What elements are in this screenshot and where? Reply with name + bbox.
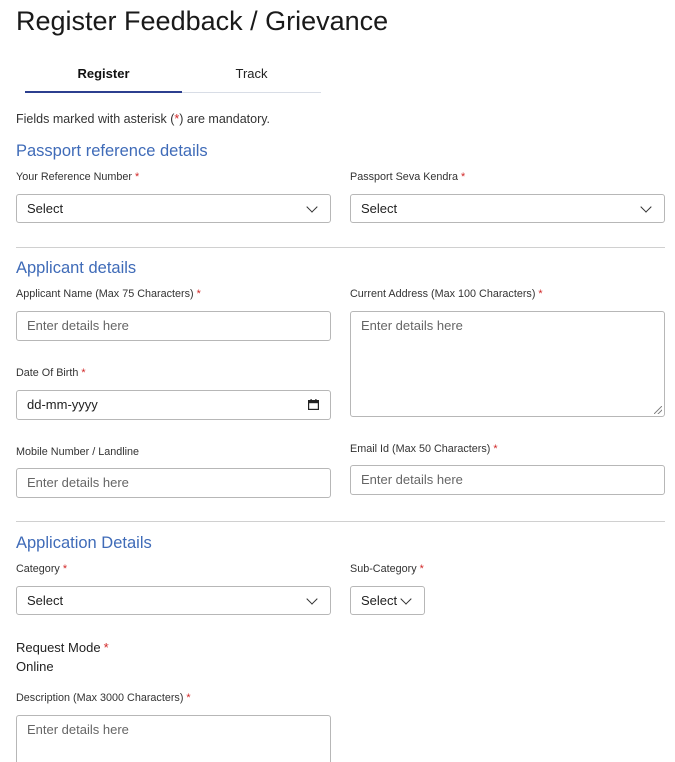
- request-mode-label: Request Mode *: [16, 640, 109, 655]
- mobile-number-label: Mobile Number / Landline: [16, 446, 139, 458]
- date-of-birth-placeholder: dd-mm-yyyy: [27, 397, 98, 412]
- required-mark: *: [419, 563, 424, 575]
- applicant-name-label-text: Applicant Name (Max 75 Characters): [16, 288, 194, 300]
- mobile-number-label-text: Mobile Number / Landline: [16, 446, 140, 458]
- reference-number-select[interactable]: Select: [16, 194, 331, 223]
- passport-seva-kendra-select[interactable]: Select: [350, 194, 665, 223]
- tab-bar: Register Track: [25, 60, 321, 93]
- applicant-name-label: Applicant Name (Max 75 Characters) *: [16, 288, 201, 300]
- applicant-name-input[interactable]: Enter details here: [16, 311, 331, 341]
- date-of-birth-input[interactable]: dd-mm-yyyy: [16, 390, 331, 420]
- resize-grip-icon[interactable]: [654, 406, 662, 414]
- sub-category-select[interactable]: Select: [350, 586, 425, 615]
- required-mark: *: [186, 692, 191, 704]
- tab-register[interactable]: Register: [25, 60, 182, 93]
- passport-seva-kendra-label: Passport Seva Kendra *: [350, 171, 465, 183]
- required-mark: *: [538, 288, 543, 300]
- required-mark: *: [196, 288, 201, 300]
- required-mark: *: [135, 171, 140, 183]
- reference-number-select-value: Select: [27, 201, 64, 216]
- mandatory-note: Fields marked with asterisk (*) are mand…: [16, 112, 270, 126]
- description-placeholder: Enter details here: [27, 722, 129, 737]
- email-id-input[interactable]: Enter details here: [350, 465, 665, 495]
- chevron-down-icon: [306, 593, 318, 605]
- date-of-birth-label-text: Date Of Birth: [16, 367, 79, 379]
- date-of-birth-label: Date Of Birth *: [16, 367, 86, 379]
- email-id-label: Email Id (Max 50 Characters) *: [350, 443, 498, 455]
- required-mark: *: [103, 640, 109, 655]
- description-textarea[interactable]: Enter details here: [16, 715, 331, 762]
- required-mark: *: [62, 563, 68, 575]
- description-label: Description (Max 3000 Characters) *: [16, 692, 191, 704]
- category-select-value: Select: [27, 593, 64, 608]
- request-mode-label-text: Request Mode: [16, 640, 101, 655]
- section-divider: [16, 521, 665, 522]
- sub-category-label: Sub-Category *: [350, 563, 424, 575]
- required-mark: *: [81, 367, 86, 379]
- sub-category-select-value: Select: [361, 593, 398, 608]
- current-address-label: Current Address (Max 100 Characters) *: [350, 288, 543, 300]
- sub-category-label-text: Sub-Category: [350, 563, 417, 575]
- category-label-text: Category: [16, 563, 60, 575]
- category-select[interactable]: Select: [16, 586, 331, 615]
- required-mark: *: [493, 443, 498, 455]
- required-mark: *: [461, 171, 466, 183]
- mandatory-note-prefix: Fields marked with asterisk (: [16, 112, 175, 126]
- category-label: Category *: [16, 563, 67, 575]
- current-address-textarea[interactable]: Enter details here: [350, 311, 665, 417]
- passport-seva-kendra-select-value: Select: [361, 201, 398, 216]
- section-title-application: Application Details: [16, 534, 152, 552]
- grievance-form-page: Register Feedback / Grievance Register T…: [0, 0, 675, 762]
- description-label-text: Description (Max 3000 Characters): [16, 692, 184, 704]
- current-address-label-text: Current Address (Max 100 Characters): [350, 288, 536, 300]
- section-divider: [16, 247, 665, 248]
- request-mode-value: Online: [16, 659, 54, 674]
- section-title-applicant: Applicant details: [16, 259, 137, 277]
- chevron-down-icon: [640, 201, 652, 213]
- chevron-down-icon: [306, 201, 318, 213]
- current-address-placeholder: Enter details here: [361, 318, 463, 333]
- reference-number-label: Your Reference Number *: [16, 171, 139, 183]
- mobile-number-input[interactable]: Enter details here: [16, 468, 331, 498]
- section-title-passport: Passport reference details: [16, 142, 208, 160]
- calendar-icon[interactable]: [308, 399, 319, 410]
- passport-seva-kendra-label-text: Passport Seva Kendra: [350, 171, 459, 183]
- chevron-down-icon: [400, 593, 412, 605]
- reference-number-label-text: Your Reference Number: [16, 171, 133, 183]
- mandatory-note-suffix: ) are mandatory.: [179, 112, 271, 126]
- tab-track[interactable]: Track: [182, 60, 321, 91]
- page-title: Register Feedback / Grievance: [16, 6, 389, 36]
- email-id-label-text: Email Id (Max 50 Characters): [350, 443, 491, 455]
